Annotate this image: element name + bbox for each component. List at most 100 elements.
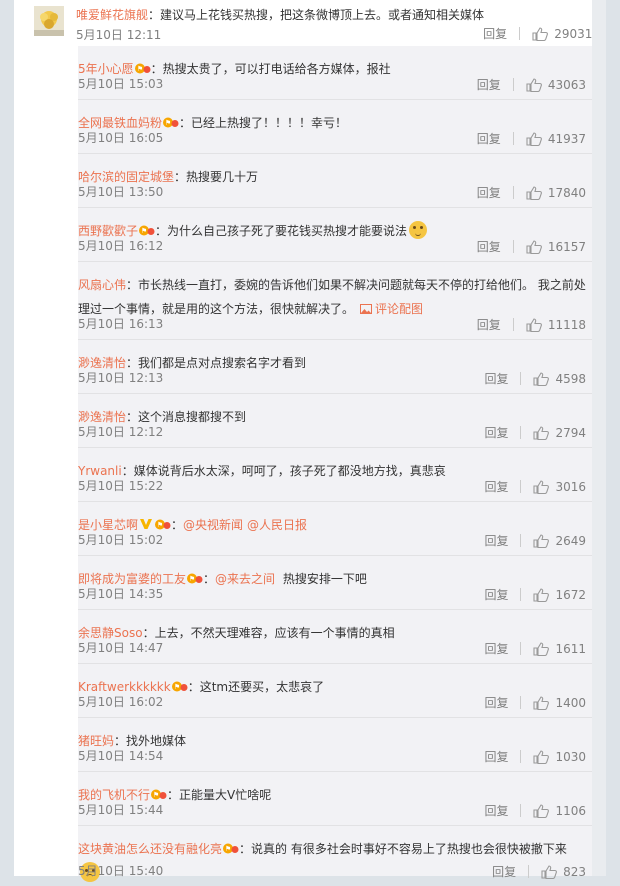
reply-button[interactable]: 回复: [477, 130, 501, 147]
reply-author[interactable]: 全网最铁血妈粉: [78, 116, 162, 130]
thumbs-up-icon[interactable]: [533, 641, 550, 656]
reply-author[interactable]: 余思静Soso: [78, 626, 143, 640]
divider: [528, 865, 530, 878]
thumbs-up-icon[interactable]: [533, 587, 550, 602]
reply-author[interactable]: 是小星芯啊: [78, 518, 138, 532]
mention-link[interactable]: @来去之间: [215, 572, 275, 586]
reply-button[interactable]: 回复: [477, 316, 501, 333]
reply-button[interactable]: 回复: [477, 238, 501, 255]
reply-author[interactable]: 这块黄油怎么还没有融化亮: [78, 842, 222, 856]
reply-body: ：市长热线一直打，委婉的告诉他们如果不解决问题就每天不停的打给他们。 我之前处理…: [78, 278, 586, 316]
reply-author[interactable]: Kraftwerkkkkkk: [78, 680, 171, 694]
reply-author[interactable]: 5年小心愿: [78, 62, 134, 76]
reply-button[interactable]: 回复: [477, 184, 501, 201]
comment-time: 5月10日 12:11: [76, 28, 162, 42]
thumbs-up-icon[interactable]: [533, 425, 550, 440]
reply-time: 5月10日 14:47: [78, 641, 164, 655]
reply-button[interactable]: 回复: [484, 802, 508, 819]
top-comment-text: 唯爱鲜花旗舰：建议马上花钱买热搜，把这条微博顶上去。或者通知相关媒体: [76, 6, 484, 23]
reply-body: ：已经上热搜了！！！！幸亏！: [179, 116, 348, 130]
reply-actions: 回复 43063: [477, 76, 586, 93]
reply-button[interactable]: 回复: [484, 694, 508, 711]
comment-picture-link[interactable]: 评论配图: [360, 302, 423, 316]
reply-body: ：为什么自己孩子死了要花钱买热搜才能要说法: [155, 224, 408, 238]
reply-actions: 回复 823: [492, 863, 586, 880]
reply-item-1: 5年小心愿 ⚑ ：热搜太贵了，可以打电话给各方媒体，报社 5月10日 15:03 回…: [78, 46, 600, 100]
mention-link[interactable]: @央视新闻: [183, 518, 243, 532]
reply-time: 5月10日 16:05: [78, 131, 164, 145]
reply-author[interactable]: 即将成为富婆的工友: [78, 572, 186, 586]
thumbs-up-icon[interactable]: [533, 695, 550, 710]
reply-actions: 回复 11118: [477, 316, 586, 333]
reply-author[interactable]: 哈尔滨的固定城堡: [78, 170, 174, 184]
reply-actions: 回复 2794: [484, 424, 586, 441]
thumbs-up-icon[interactable]: [526, 317, 542, 332]
reply-button[interactable]: 回复: [483, 25, 507, 42]
divider: [512, 132, 514, 145]
reply-button[interactable]: 回复: [484, 478, 508, 495]
like-count: 2794: [555, 425, 586, 440]
comment-body: ：建议马上花钱买热搜，把这条微博顶上去。或者通知相关媒体: [148, 8, 485, 22]
avatar[interactable]: [34, 6, 64, 36]
reply-author[interactable]: 渺逸清怡: [78, 410, 126, 424]
divider: [520, 426, 522, 439]
reply-author[interactable]: 我的飞机不行: [78, 788, 150, 802]
thumbs-up-icon[interactable]: [526, 131, 542, 146]
reply-actions: 回复 1106: [484, 802, 586, 819]
thumbs-up-icon[interactable]: [533, 803, 550, 818]
scrollbar[interactable]: [592, 0, 606, 876]
reply-button[interactable]: 回复: [484, 424, 508, 441]
reply-author[interactable]: 西野歡歡子: [78, 224, 138, 238]
thumbs-up-icon[interactable]: [526, 239, 542, 254]
reply-time: 5月10日 12:12: [78, 425, 164, 439]
reply-body: ：热搜要几十万: [174, 170, 259, 184]
divider: [512, 186, 514, 199]
reply-item-15: 这块黄油怎么还没有融化亮 ⚑ ：说真的 有很多社会时事好不容易上了热搜也会很快被撤下…: [78, 826, 600, 886]
reply-button[interactable]: 回复: [484, 748, 508, 765]
divider: [520, 588, 522, 601]
reply-actions: 回复 3016: [484, 478, 586, 495]
member-badge-icon: ⚑: [187, 573, 203, 584]
thumbs-up-icon[interactable]: [533, 371, 550, 386]
reply-author[interactable]: 风扇心伟: [78, 278, 126, 292]
reply-button[interactable]: 回复: [492, 863, 516, 880]
comment-author[interactable]: 唯爱鲜花旗舰: [76, 8, 148, 22]
picture-icon: [360, 304, 373, 314]
thumbs-up-icon[interactable]: [533, 533, 550, 548]
reply-body: ：媒体说背后水太深，呵呵了，孩子死了都没地方找，真悲哀: [121, 464, 446, 478]
svg-text:⚑: ⚑: [157, 521, 163, 529]
reply-time: 5月10日 13:50: [78, 185, 164, 199]
thumbs-up-icon[interactable]: [533, 749, 550, 764]
svg-text:⚑: ⚑: [225, 845, 231, 853]
thumbs-up-icon[interactable]: [532, 26, 549, 41]
like-count: 41937: [547, 131, 586, 146]
reply-button[interactable]: 回复: [477, 76, 501, 93]
reply-button[interactable]: 回复: [484, 370, 508, 387]
reply-item-6: 渺逸清怡：我们都是点对点搜索名字才看到 5月10日 12:13 回复 4598: [78, 340, 600, 394]
reply-button[interactable]: 回复: [484, 640, 508, 657]
reply-body: ：这个消息搜都搜不到: [126, 410, 247, 424]
reply-button[interactable]: 回复: [484, 586, 508, 603]
reply-text: 风扇心伟：市长热线一直打，委婉的告诉他们如果不解决问题就每天不停的打给他们。 我…: [78, 273, 588, 321]
reply-actions: 回复 1030: [484, 748, 586, 765]
reply-item-5: 风扇心伟：市长热线一直打，委婉的告诉他们如果不解决问题就每天不停的打给他们。 我…: [78, 262, 600, 340]
thumbs-up-icon[interactable]: [541, 864, 558, 879]
reply-author[interactable]: Yrwanli: [78, 464, 122, 478]
thumbs-up-icon[interactable]: [533, 479, 550, 494]
reply-item-7: 渺逸清怡：这个消息搜都搜不到 5月10日 12:12 回复 2794: [78, 394, 600, 448]
reply-author[interactable]: 猪旺妈: [78, 734, 114, 748]
reply-time: 5月10日 12:13: [78, 371, 164, 385]
reply-item-13: 猪旺妈：找外地媒体 5月10日 14:54 回复 1030: [78, 718, 600, 772]
reply-item-12: Kraftwerkkkkkk ⚑ ：这tm还要买，太悲哀了 5月10日 16:02 …: [78, 664, 600, 718]
reply-time: 5月10日 15:22: [78, 479, 164, 493]
like-count: 1106: [555, 803, 586, 818]
thumbs-up-icon[interactable]: [526, 77, 542, 92]
reply-button[interactable]: 回复: [484, 532, 508, 549]
reply-item-9: 是小星芯啊 ⚑ ：@央视新闻 @人民日报 5月10日 15:02 回复 2649: [78, 502, 600, 556]
thumbs-up-icon[interactable]: [526, 185, 542, 200]
top-comment: 唯爱鲜花旗舰：建议马上花钱买热搜，把这条微博顶上去。或者通知相关媒体 5月10日…: [24, 4, 600, 44]
mention-link[interactable]: @人民日报: [247, 518, 307, 532]
reply-actions: 回复 17840: [477, 184, 586, 201]
reply-author[interactable]: 渺逸清怡: [78, 356, 126, 370]
comment-actions: 回复 290317: [483, 25, 600, 42]
